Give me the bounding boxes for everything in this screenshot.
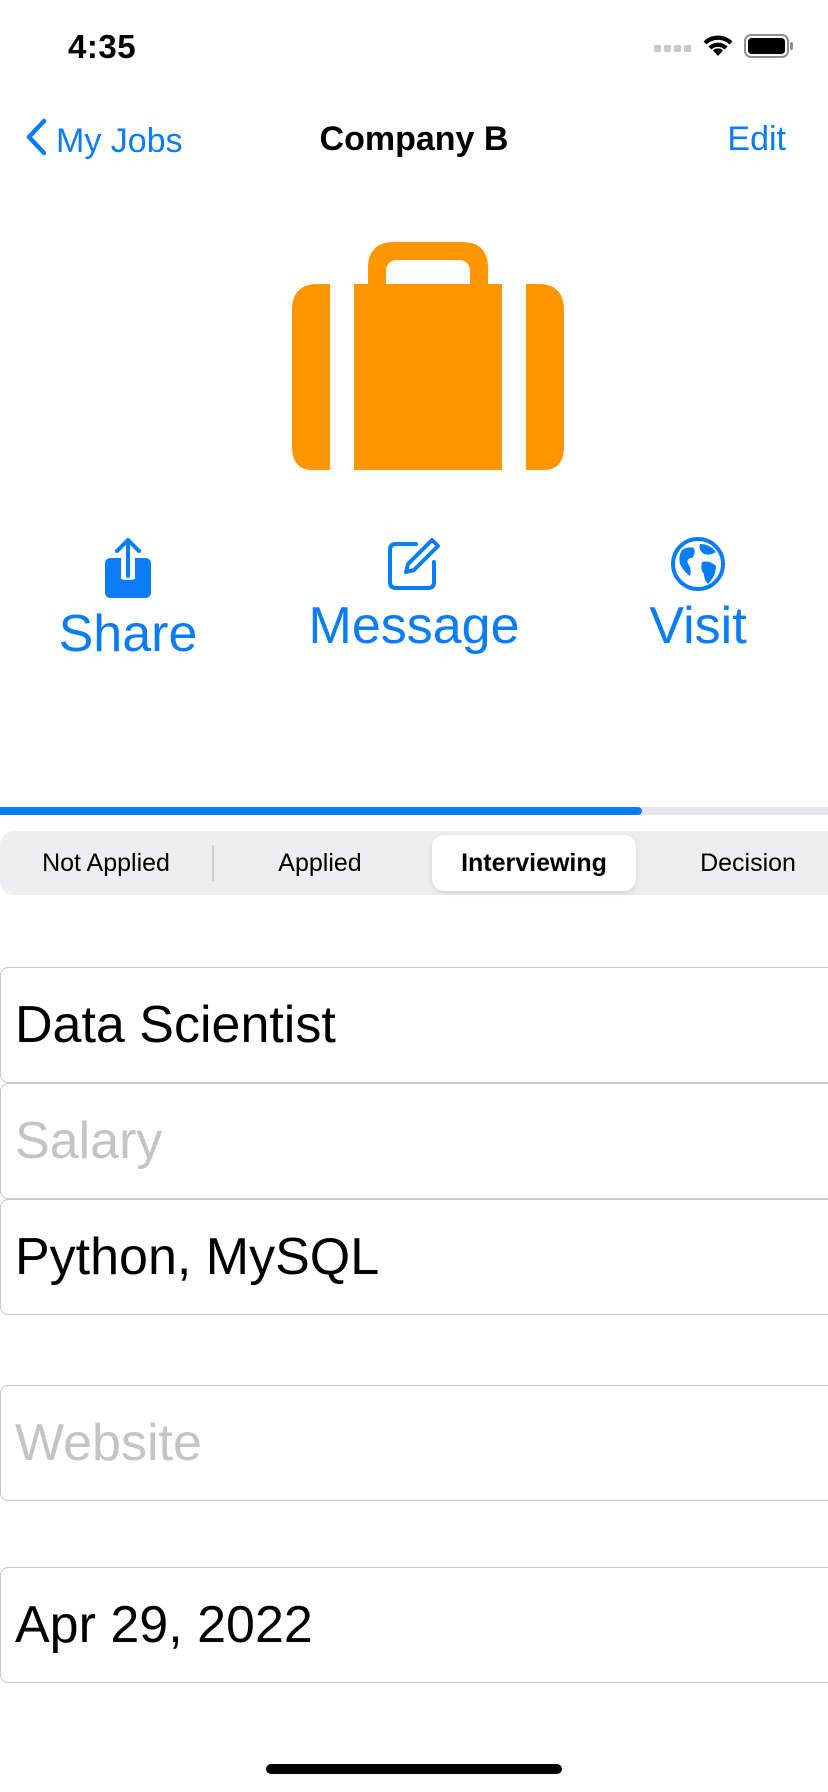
website-field[interactable]: Website <box>0 1385 828 1501</box>
salary-placeholder: Salary <box>15 1112 163 1170</box>
job-detail-screen: 4:35 My Jobs Company B Edit Share Messag… <box>0 0 828 1792</box>
progress-fill <box>0 807 642 815</box>
share-label: Share <box>58 605 198 663</box>
globe-icon <box>670 536 726 592</box>
share-button[interactable]: Share <box>58 536 198 664</box>
date-field[interactable]: Apr 29, 2022 <box>0 1567 828 1683</box>
position-field[interactable]: Data Scientist <box>0 967 828 1083</box>
action-row: Share Message Visit <box>0 536 828 666</box>
segment-decision[interactable]: Decision <box>642 831 828 895</box>
edit-button[interactable]: Edit <box>727 120 786 159</box>
position-value: Data Scientist <box>15 996 336 1054</box>
website-placeholder: Website <box>15 1414 202 1472</box>
application-progress-bar <box>0 807 828 815</box>
segment-interviewing[interactable]: Interviewing <box>432 835 636 891</box>
status-time: 4:35 <box>68 28 137 65</box>
visit-button[interactable]: Visit <box>640 536 756 656</box>
salary-field[interactable]: Salary <box>0 1083 828 1199</box>
skills-value: Python, MySQL <box>15 1228 380 1286</box>
message-button[interactable]: Message <box>302 536 526 656</box>
status-segmented-control: Not Applied Applied Interviewing Decisio… <box>0 831 828 895</box>
page-title: Company B <box>319 120 509 158</box>
signal-icon <box>654 40 692 58</box>
home-indicator <box>266 1764 562 1774</box>
segment-not-applied[interactable]: Not Applied <box>0 831 212 895</box>
status-icons <box>654 34 794 63</box>
briefcase-icon <box>290 238 566 470</box>
skills-field[interactable]: Python, MySQL <box>0 1199 828 1315</box>
visit-label: Visit <box>649 597 747 655</box>
message-label: Message <box>308 597 520 655</box>
segment-applied[interactable]: Applied <box>214 831 426 895</box>
compose-icon <box>386 536 442 592</box>
share-icon <box>103 536 153 600</box>
date-value: Apr 29, 2022 <box>15 1596 313 1654</box>
wifi-icon <box>702 34 734 63</box>
battery-icon <box>744 34 794 63</box>
